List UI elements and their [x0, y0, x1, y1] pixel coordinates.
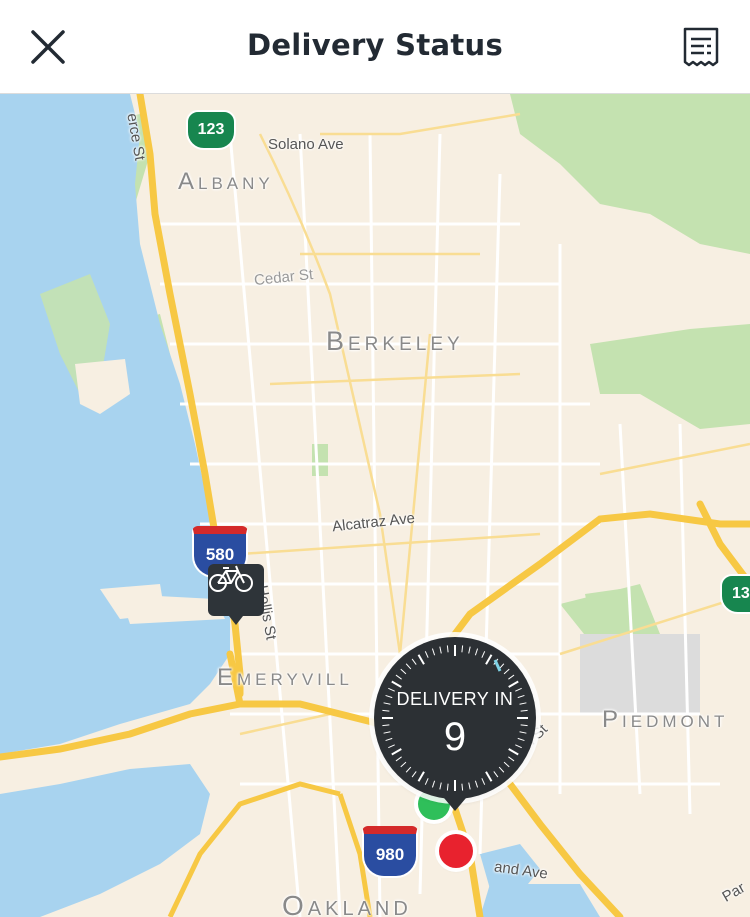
delivery-label: DELIVERY IN	[396, 689, 514, 709]
delivery-map[interactable]: Solano Ave erce St Cedar St Alcatraz Ave…	[0, 94, 750, 917]
highway-shield-980: 980	[362, 826, 418, 878]
highway-shield-13: 13	[720, 574, 750, 614]
city-label-piedmont: Piedmont	[602, 706, 729, 733]
receipt-icon	[683, 27, 719, 67]
courier-marker[interactable]	[208, 564, 264, 625]
header-bar: Delivery Status	[0, 0, 750, 94]
street-label-solano: Solano Ave	[268, 136, 344, 153]
city-label-berkeley: Berkeley	[326, 326, 464, 356]
highway-shield-123: 123	[186, 110, 236, 150]
delivery-timer: DELIVERY IN 9	[374, 637, 536, 811]
page-title: Delivery Status	[246, 28, 504, 62]
city-label-emeryville: Emeryvill	[217, 664, 353, 691]
destination-marker[interactable]	[439, 834, 473, 868]
receipt-button[interactable]	[676, 22, 726, 72]
lake-water	[480, 884, 600, 917]
airport-area	[580, 634, 700, 714]
city-label-albany: Albany	[178, 168, 274, 195]
park-area	[312, 444, 328, 476]
city-label-oakland: Oakland	[282, 890, 412, 917]
delivery-minutes: 9	[443, 715, 467, 759]
bicycle-icon	[209, 565, 253, 592]
